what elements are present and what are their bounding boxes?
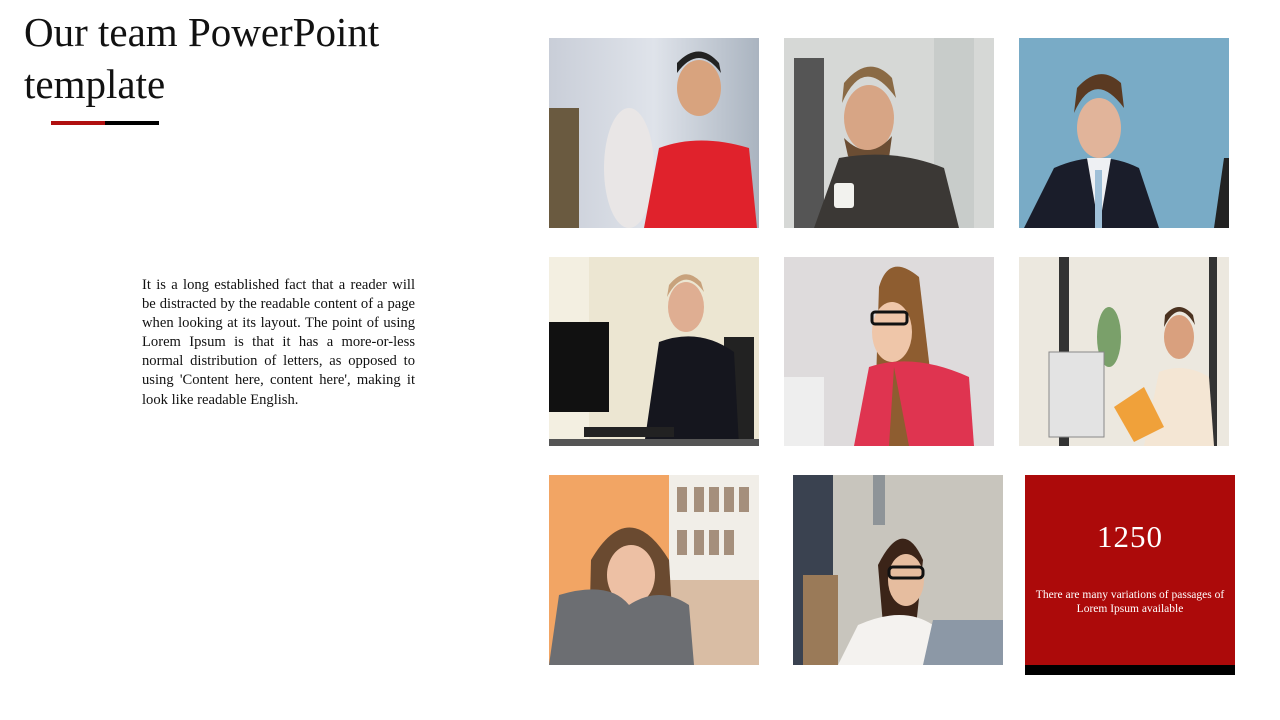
team-photo-6 [1019,257,1229,446]
stat-description: There are many variations of passages of… [1035,589,1225,615]
underline-black-segment [105,121,159,125]
team-photo-7 [549,475,759,665]
team-photo-1 [549,38,759,228]
team-photo-8 [793,475,1003,665]
team-photo-4 [549,257,759,446]
stat-card-bottom-bar [1025,665,1235,675]
body-paragraph: It is a long established fact that a rea… [142,277,415,408]
underline-red-segment [51,121,105,125]
stat-card: 1250 There are many variations of passag… [1025,475,1235,665]
team-photo-2 [784,38,994,228]
stat-number: 1250 [1097,519,1163,554]
slide-title: Our team PowerPoint template [24,9,380,107]
team-photo-3 [1019,38,1229,228]
team-photo-5 [784,257,994,446]
title-underline [51,121,159,125]
